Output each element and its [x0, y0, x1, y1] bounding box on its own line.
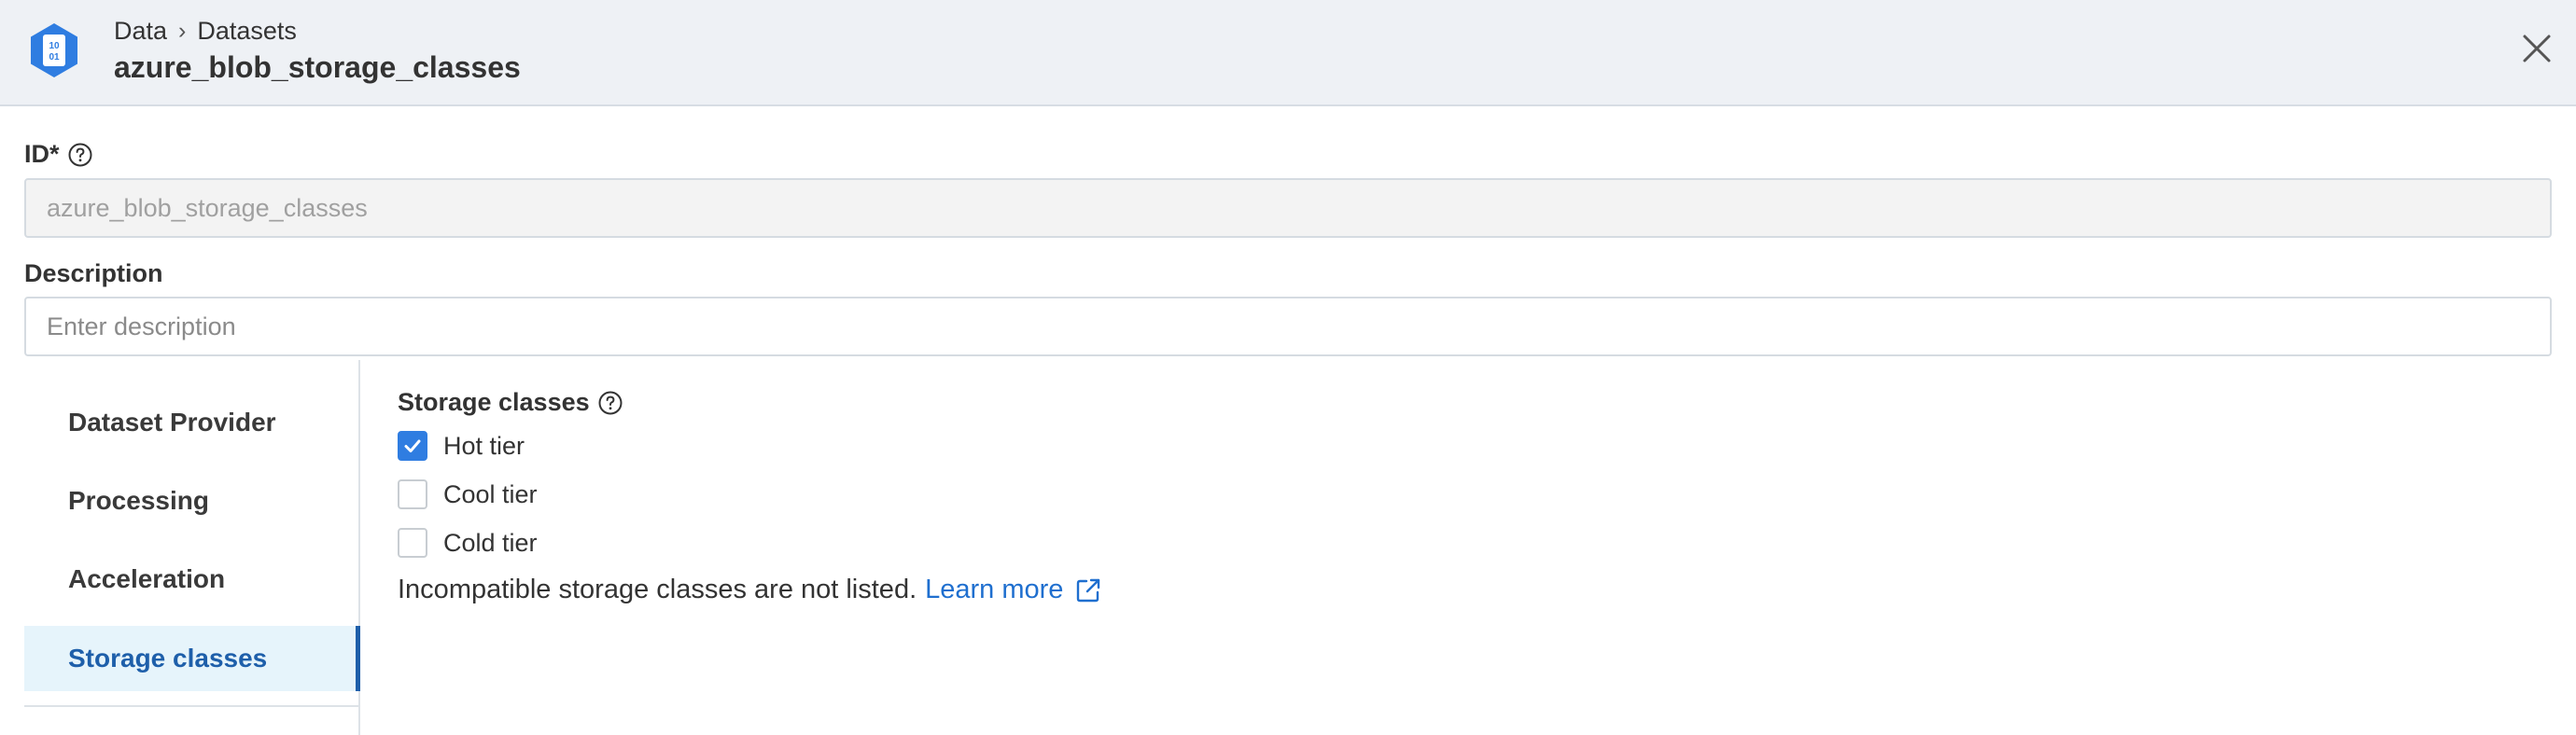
storage-option-cool-tier[interactable]: Cool tier: [398, 479, 538, 509]
cold-tier-checkbox[interactable]: [398, 528, 427, 558]
nav-item-storage-classes[interactable]: Storage classes: [24, 626, 360, 691]
breadcrumb-datasets[interactable]: Datasets: [197, 17, 297, 46]
id-input[interactable]: [24, 178, 2552, 238]
storage-classes-label-row: Storage classes: [398, 388, 623, 417]
nav-item-label: Storage classes: [68, 644, 268, 673]
nav-item-processing[interactable]: Processing: [24, 468, 358, 534]
logo-text-top: 10: [49, 41, 60, 51]
hot-tier-checkbox[interactable]: [398, 431, 427, 461]
breadcrumb: Data › Datasets: [114, 17, 297, 46]
description-label: Description: [24, 259, 163, 287]
header: 10 01 Data › Datasets azure_blob_storage…: [0, 0, 2576, 106]
storage-classes-note: Incompatible storage classes are not lis…: [398, 575, 1102, 605]
nav-item-label: Dataset Provider: [68, 408, 276, 437]
nav-item-acceleration[interactable]: Acceleration: [24, 547, 358, 612]
note-text: Incompatible storage classes are not lis…: [398, 575, 917, 604]
nav-divider: [24, 705, 358, 707]
nav-item-dataset-provider[interactable]: Dataset Provider: [24, 390, 358, 455]
help-icon[interactable]: [67, 142, 93, 168]
cool-tier-label: Cool tier: [443, 479, 538, 508]
learn-more-label: Learn more: [925, 575, 1064, 604]
side-nav: Dataset Provider Processing Acceleration…: [24, 360, 360, 735]
help-icon[interactable]: [597, 390, 623, 416]
dataset-hexagon-icon: 10 01: [31, 23, 77, 77]
checkmark-icon: [404, 439, 421, 452]
id-label: ID*: [24, 140, 60, 168]
hot-tier-label: Hot tier: [443, 431, 525, 460]
learn-more-link[interactable]: Learn more: [925, 575, 1102, 605]
nav-item-label: Processing: [68, 486, 209, 515]
storage-classes-label: Storage classes: [398, 388, 590, 416]
id-field-label-row: ID*: [24, 140, 93, 169]
storage-option-hot-tier[interactable]: Hot tier: [398, 431, 525, 461]
storage-option-cold-tier[interactable]: Cold tier: [398, 528, 538, 558]
close-icon[interactable]: [2520, 32, 2554, 65]
cold-tier-label: Cold tier: [443, 528, 538, 557]
breadcrumb-data[interactable]: Data: [114, 17, 167, 46]
nav-item-label: Acceleration: [68, 564, 226, 593]
external-link-icon: [1077, 578, 1100, 602]
page-title: azure_blob_storage_classes: [114, 50, 521, 84]
breadcrumb-separator: ›: [178, 18, 187, 44]
cool-tier-checkbox[interactable]: [398, 479, 427, 509]
description-input[interactable]: [24, 297, 2552, 356]
logo-text-bottom: 01: [49, 52, 60, 62]
